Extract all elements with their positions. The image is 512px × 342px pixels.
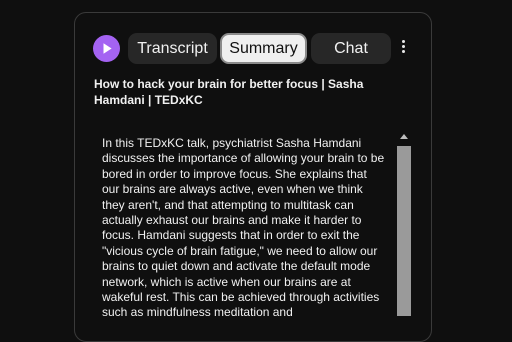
more-vert-icon[interactable] (395, 38, 411, 58)
play-logo-icon[interactable] (93, 35, 120, 62)
summary-text: In this TEDxKC talk, psychiatrist Sasha … (102, 136, 385, 320)
tab-transcript[interactable]: Transcript (128, 33, 217, 64)
scrollbar[interactable] (397, 146, 411, 341)
tab-chat[interactable]: Chat (311, 33, 391, 64)
tab-summary[interactable]: Summary (220, 33, 307, 64)
toolbar: Transcript Summary Chat (75, 33, 431, 65)
scrollbar-thumb[interactable] (397, 146, 411, 316)
video-title: How to hack your brain for better focus … (94, 77, 364, 107)
summary-panel: Transcript Summary Chat How to hack your… (74, 12, 432, 342)
scroll-up-arrow-icon[interactable] (400, 134, 408, 139)
